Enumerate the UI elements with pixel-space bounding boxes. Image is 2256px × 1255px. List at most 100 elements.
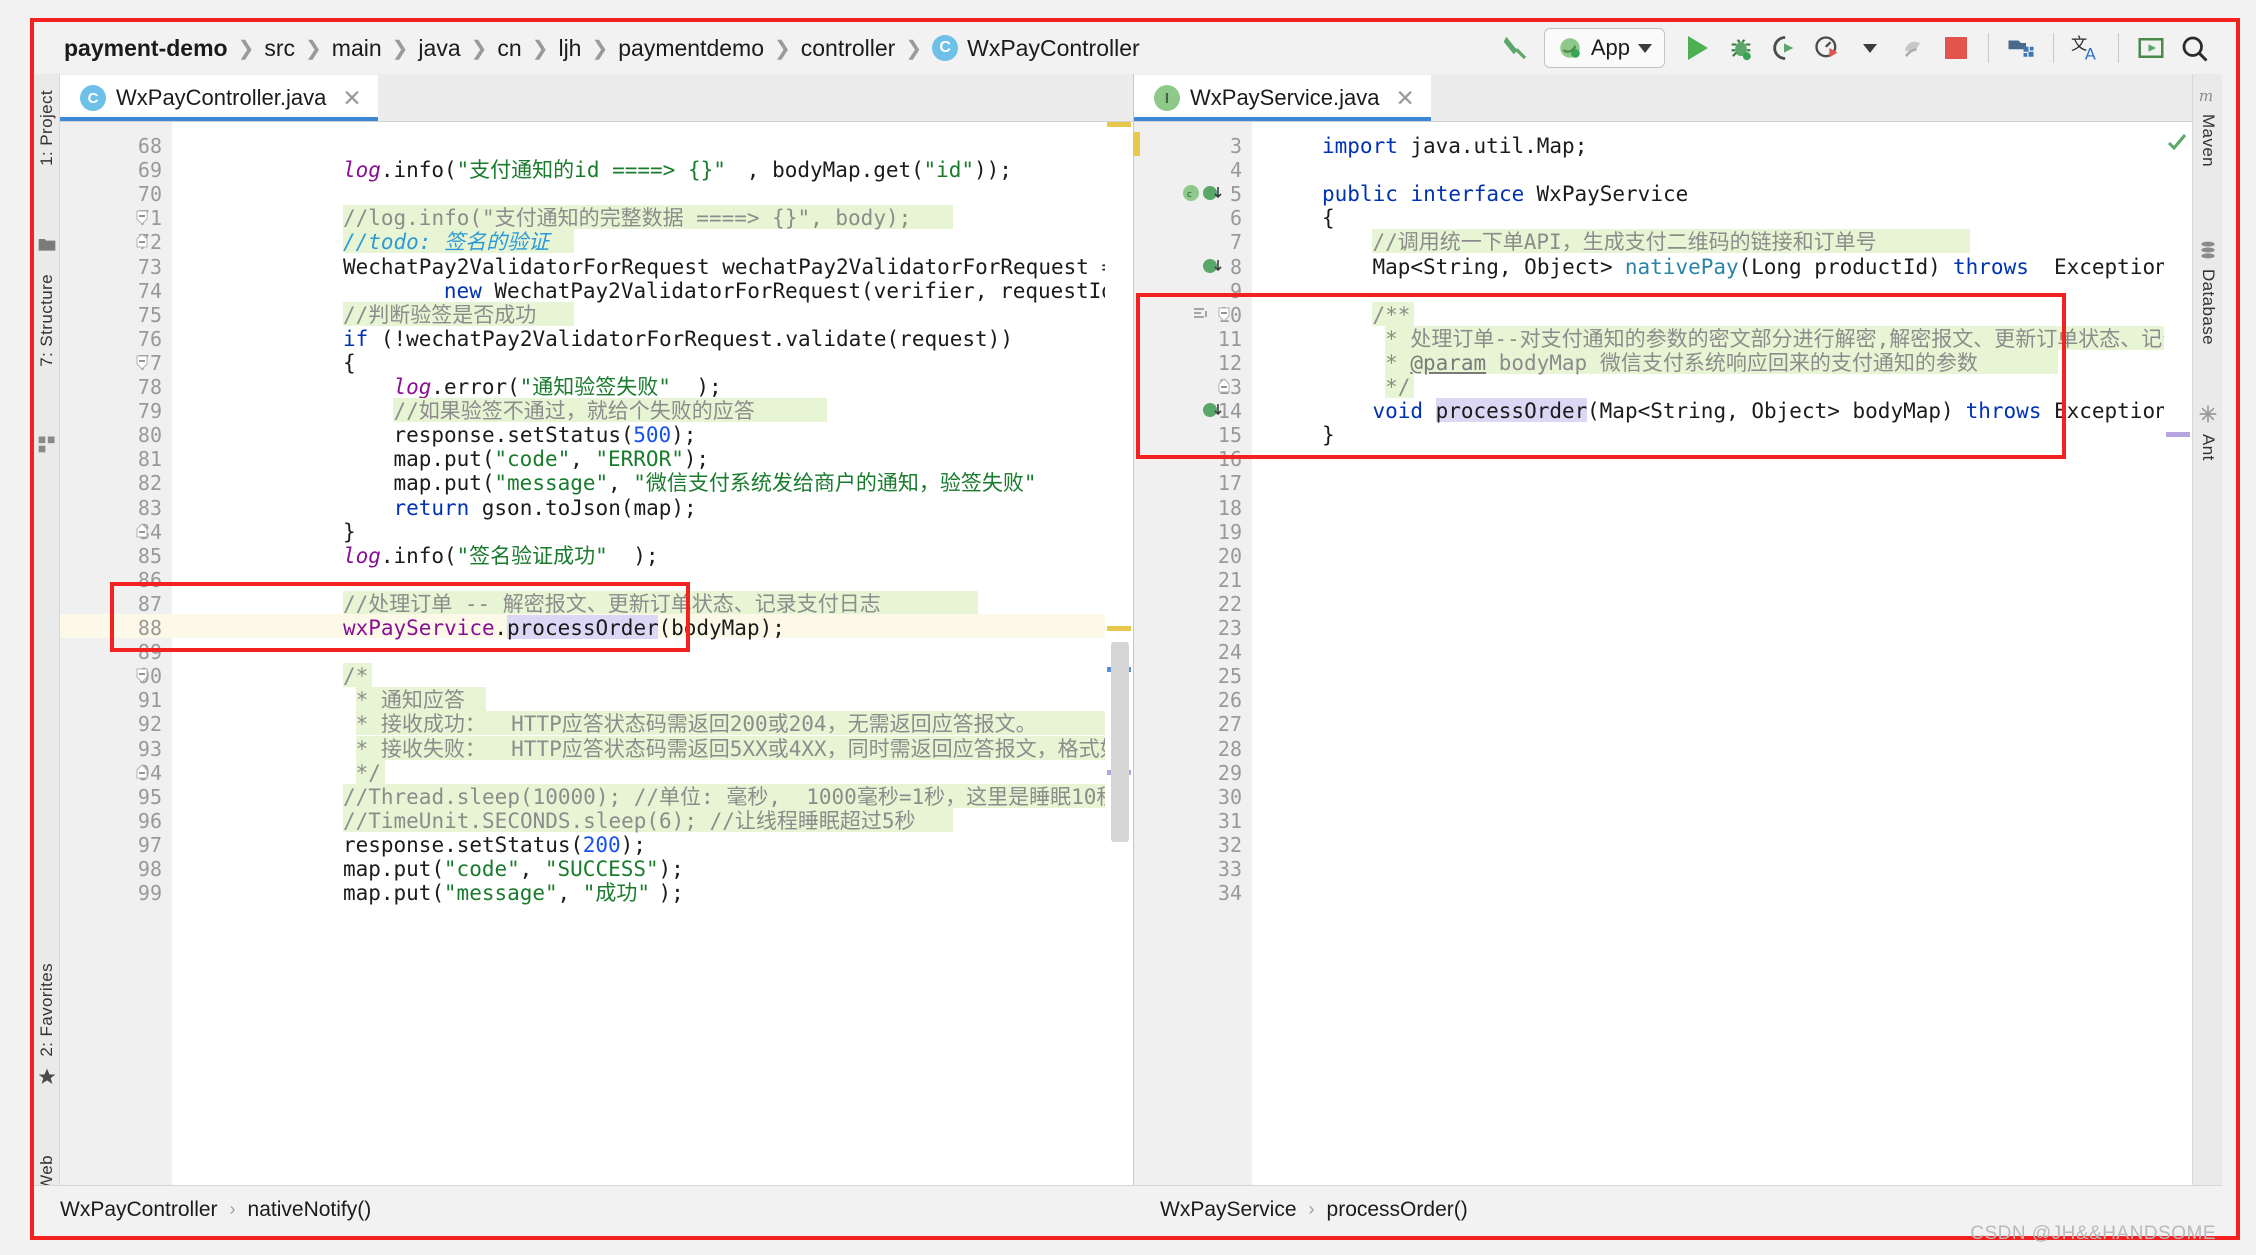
code-token: import [1322,134,1411,158]
line-number: 77 [137,350,162,375]
breadcrumb-item-paymentdemo[interactable]: paymentdemo [618,35,764,62]
hammer-icon[interactable] [1495,28,1535,68]
code-token: //todo: 签名的验证 [342,230,550,255]
presentation-button[interactable] [2131,28,2171,68]
run-with-coverage-button[interactable] [1764,28,1804,68]
code-token: Exception; [2041,254,2181,279]
line-number-gutter-left[interactable]: 68 69 70 71 72 73 74 75 76 77 78 79 80 81 82 83 84 85 86 87… [60,122,172,1233]
impl-icon[interactable] [1202,256,1226,281]
line-number: 73 [137,254,162,279]
marker-bar-left[interactable] [1105,122,1133,1233]
sidebar-item-project[interactable]: 1: Project [37,90,57,166]
inspection-ok-icon[interactable] [2165,130,2189,159]
star-icon [37,1067,57,1087]
impl-icon[interactable] [1202,400,1226,425]
run-config-label: App [1590,35,1630,60]
code-token: processOrder [507,616,659,640]
fold-handle[interactable] [134,522,150,539]
fold-handle[interactable] [134,667,150,683]
profile-button[interactable] [1807,28,1847,68]
breadcrumb-item-java[interactable]: java [418,35,460,62]
attach-debugger-button[interactable] [1893,28,1933,68]
code-token: * 接收失败： HTTP应答状态码需返回5XX或4XX，同时需返回应答报文，格式… [355,736,1133,761]
breadcrumb-separator: ❯ [531,37,549,60]
line-number: 71 [137,206,162,231]
search-everywhere-button[interactable] [2174,28,2214,68]
fold-handle[interactable] [134,763,150,780]
breadcrumb-item-payment-demo[interactable]: payment-demo [64,35,228,62]
breadcrumb-item-main[interactable]: main [332,35,382,62]
code-token: "code" [443,857,520,881]
line-number: 90 [137,664,162,689]
line-number: 85 [137,543,162,568]
code-token: if [342,326,381,351]
translate-button[interactable]: 文A [2066,28,2106,68]
stop-square-icon [1945,37,1967,59]
class-impl-icon[interactable]: c [1182,183,1226,208]
sidebar-item-database[interactable]: Database [2198,269,2218,345]
fold-handle[interactable] [134,354,150,370]
editor-pane-left: C WxPayController.java ✕ 68 69 70 71 72 73 74 7… [60,74,1134,1233]
code-text-left[interactable]: log .info("支付通知的id ====> {}", bodyMap.get… [172,122,1133,1233]
right-tool-strip: m Maven Database Ant [2192,74,2222,1233]
code-token: (bodyMap); [658,616,785,640]
marker-usage [2166,432,2190,437]
line-number: 75 [137,302,162,327]
status-sep-2: › [1308,1199,1315,1219]
code-token: .error( [431,375,520,399]
code-token: , [557,881,583,906]
folder-icon [37,234,57,254]
code-token: /* [342,664,369,689]
line-number: 16 [1217,447,1242,472]
project-structure-button[interactable] [2001,28,2041,68]
line-number: 80 [137,423,162,448]
tab-wxpaycontroller[interactable]: C WxPayController.java ✕ [60,75,378,121]
fold-handle[interactable] [134,209,150,226]
sidebar-item-maven[interactable]: Maven [2198,114,2218,167]
line-number: 68 [137,134,162,158]
status-member-left: nativeNotify() [247,1197,372,1221]
breadcrumb-item-src[interactable]: src [264,35,295,62]
breadcrumb-item-cn[interactable]: cn [497,35,521,62]
caret-profile[interactable] [1850,28,1890,68]
svg-text:A: A [2085,44,2096,63]
fold-handle[interactable] [1216,378,1232,394]
code-text-right[interactable]: import java.util.Map; public interface Wx… [1252,122,2192,1233]
sidebar-item-favorites[interactable]: 2: Favorites [37,963,57,1057]
vertical-scrollbar-thumb[interactable] [1111,642,1129,842]
run-button[interactable] [1678,28,1718,68]
code-token: //调用统一下单API，生成支付二维码的链接和订单号 [1372,230,1877,255]
line-number: 95 [137,784,162,809]
code-token: log [342,543,381,568]
svg-text:c: c [1187,190,1192,200]
code-token: . [494,616,508,640]
fold-handle[interactable] [134,233,150,249]
sidebar-item-ant[interactable]: Ant [2198,434,2218,461]
code-token: new [443,278,495,303]
line-number: 6 [1229,206,1242,231]
javadoc-render-icon[interactable] [1192,305,1210,328]
chevron-down-icon[interactable] [1638,43,1652,53]
run-configuration-selector[interactable]: App [1543,28,1665,68]
code-token: "支付通知的id ====> {}" [456,158,726,183]
line-number: 92 [137,712,162,737]
debug-button[interactable] [1721,28,1761,68]
tab-wxpayservice[interactable]: I WxPayService.java ✕ [1134,75,1431,121]
line-number: 72 [137,230,162,255]
line-number: 89 [137,640,162,665]
line-number: 26 [1217,688,1242,713]
breadcrumb-item-controller[interactable]: controller [801,35,896,62]
breadcrumb-item-class[interactable]: C WxPayController [932,35,1140,62]
marker-warning-2 [1107,626,1131,631]
close-icon[interactable]: ✕ [1396,85,1415,112]
line-number: 28 [1217,736,1242,761]
breadcrumb-item-ljh[interactable]: ljh [558,35,581,62]
line-number: 93 [137,736,162,761]
line-number-gutter-right[interactable]: 3 4 5 c 6 7 8 9 10 11 12 13 14 15 16 17 18 19 20 21 22 23 24 25… [1134,122,1252,1233]
line-number: 20 [1217,543,1242,568]
marker-bar-right[interactable] [2164,122,2192,1233]
sidebar-item-structure[interactable]: 7: Structure [37,274,57,367]
fold-handle[interactable] [1216,306,1232,322]
close-icon[interactable]: ✕ [342,85,361,112]
stop-button[interactable] [1936,28,1976,68]
